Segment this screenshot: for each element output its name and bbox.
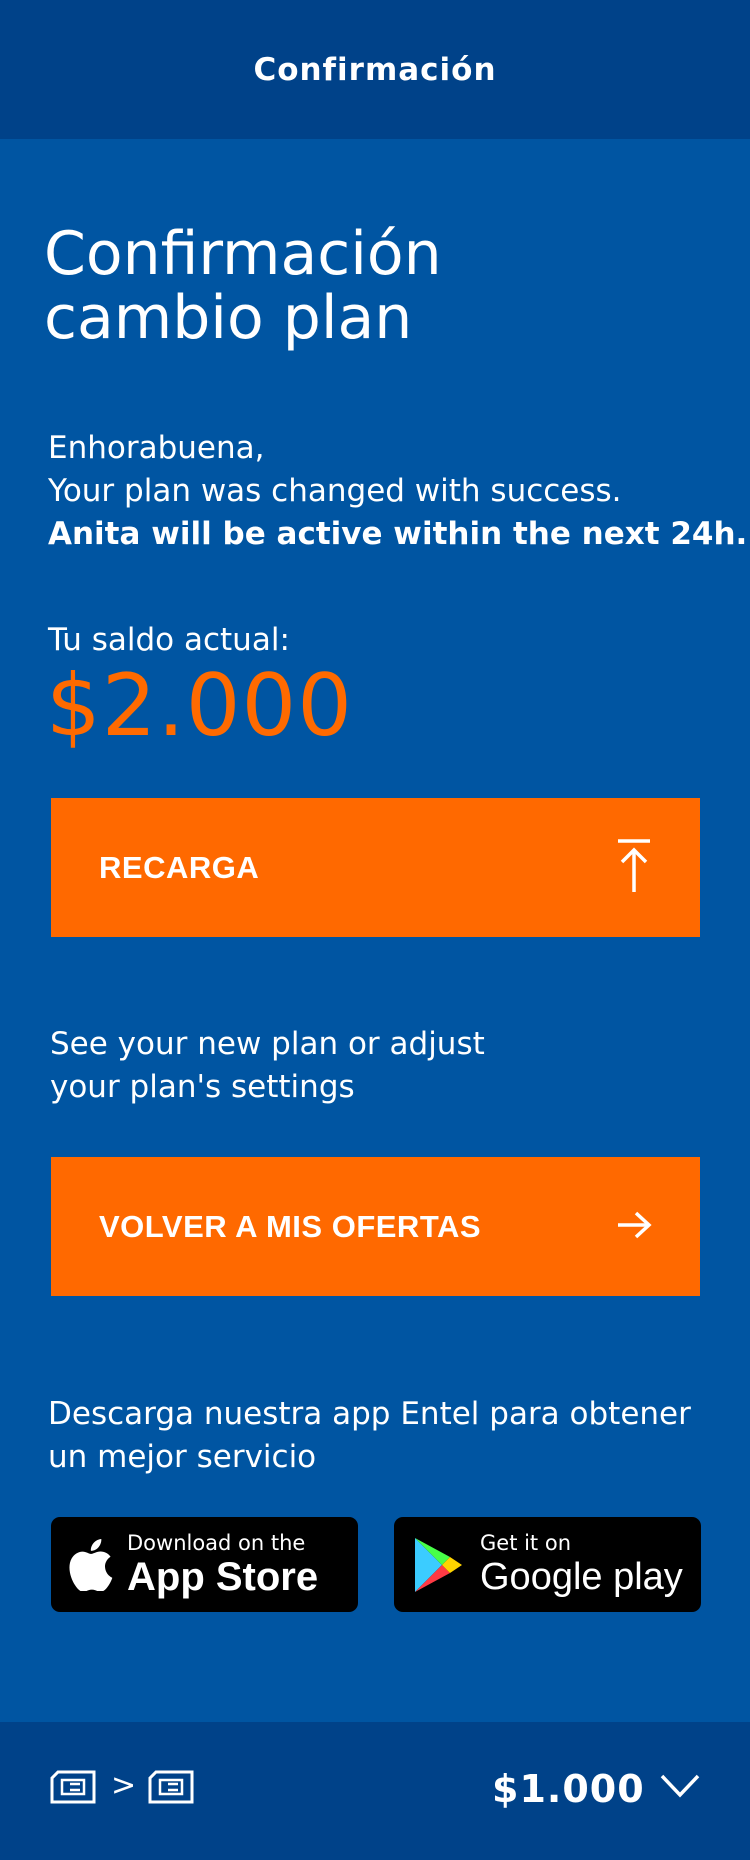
top-bar: Confirmación bbox=[0, 0, 750, 139]
recarga-button[interactable]: RECARGA bbox=[51, 798, 700, 937]
page-title-line1: Confirmación bbox=[44, 219, 442, 289]
separator-chevron: > bbox=[111, 1768, 137, 1803]
recarga-button-label: RECARGA bbox=[99, 849, 260, 885]
sim-card-icon[interactable] bbox=[50, 1770, 96, 1808]
page-title: Confirmación cambio plan bbox=[44, 222, 644, 350]
bottom-bar: > $1.000 bbox=[0, 1722, 750, 1860]
app-store-big-text: App Store bbox=[127, 1554, 319, 1599]
success-text: Your plan was changed with success. bbox=[48, 473, 622, 509]
confirmation-message: Enhorabuena, Your plan was changed with … bbox=[48, 427, 748, 556]
google-play-badge[interactable]: Get it on Google play bbox=[394, 1517, 701, 1612]
balance-value: $2.000 bbox=[46, 656, 353, 756]
google-play-big-text: Google play bbox=[480, 1555, 683, 1598]
app-store-small-text: Download on the bbox=[127, 1530, 306, 1555]
greeting-text: Enhorabuena, bbox=[48, 430, 265, 466]
google-play-logo-icon bbox=[412, 1536, 464, 1594]
chevron-down-icon[interactable] bbox=[660, 1774, 700, 1802]
app-download-promo: Descarga nuestra app Entel para obtener … bbox=[48, 1393, 738, 1479]
bottom-balance-amount: $1.000 bbox=[492, 1767, 645, 1811]
page-title-line2: cambio plan bbox=[44, 283, 413, 353]
google-play-text: Get it on Google play bbox=[480, 1531, 683, 1599]
header-title: Confirmación bbox=[253, 51, 497, 88]
volver-ofertas-button[interactable]: VOLVER A MIS OFERTAS bbox=[51, 1157, 700, 1296]
apple-logo-icon bbox=[69, 1538, 113, 1591]
volver-ofertas-button-label: VOLVER A MIS OFERTAS bbox=[99, 1208, 482, 1244]
app-promo-line1: Descarga nuestra app Entel para obtener bbox=[48, 1396, 691, 1432]
app-store-text: Download on the App Store bbox=[127, 1531, 318, 1599]
app-store-badge[interactable]: Download on the App Store bbox=[51, 1517, 358, 1612]
arrow-right-icon bbox=[616, 1210, 652, 1243]
upload-arrow-icon bbox=[616, 838, 652, 897]
activation-text: Anita will be active within the next 24h… bbox=[48, 516, 748, 552]
plan-prompt-line2: your plan's settings bbox=[50, 1069, 355, 1105]
plan-prompt-line1: See your new plan or adjust bbox=[50, 1026, 485, 1062]
sim-card-icon[interactable] bbox=[148, 1770, 194, 1808]
app-promo-line2: un mejor servicio bbox=[48, 1439, 317, 1475]
google-play-small-text: Get it on bbox=[480, 1530, 572, 1555]
plan-settings-prompt: See your new plan or adjust your plan's … bbox=[50, 1023, 690, 1109]
